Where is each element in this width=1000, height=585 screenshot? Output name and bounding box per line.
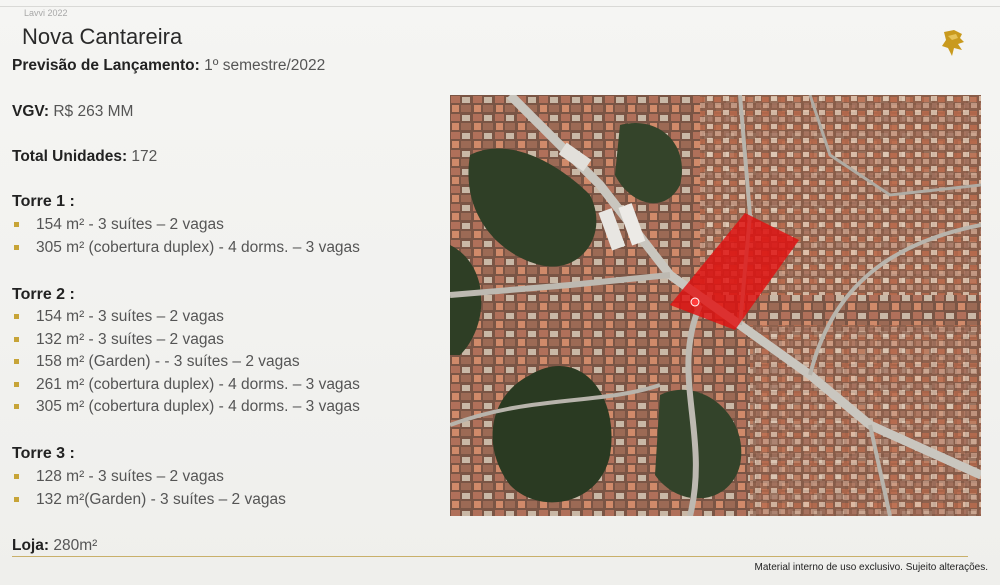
page-title: Nova Cantareira: [22, 24, 183, 49]
bullet-icon: [14, 496, 19, 502]
units-value: 172: [131, 148, 158, 165]
footer-note: Material interno de uso exclusivo. Sujei…: [754, 562, 988, 573]
bullet-icon: [14, 244, 19, 250]
map-canvas: [450, 95, 981, 516]
satellite-map: [450, 95, 981, 516]
bullet-icon: [14, 314, 19, 319]
bullet-icon: [14, 381, 19, 387]
bullet-icon: [14, 404, 19, 409]
bullet-icon: [14, 359, 19, 364]
launch-label: Previsão de Lançamento:: [12, 57, 200, 74]
tower-3-title: Torre 3 :: [12, 445, 75, 462]
units-label: Total Unidades:: [12, 148, 128, 165]
launch-value: 1º semestre/2022: [204, 57, 326, 74]
tower-3-list: 128 m² - 3 suítes – 2 vagas 132 m²(Garde…: [12, 466, 286, 511]
footer-divider: [12, 556, 968, 557]
list-item: 158 m² (Garden) - - 3 suítes – 2 vagas: [12, 351, 360, 374]
store: Loja: 280m²: [12, 537, 97, 555]
lion-logo-icon: [942, 30, 964, 56]
bullet-icon: [14, 336, 19, 342]
top-divider: [0, 6, 1000, 7]
tower-1-title: Torre 1 :: [12, 193, 75, 210]
tower-2-title: Torre 2 :: [12, 286, 75, 303]
list-item: 154 m² - 3 suítes – 2 vagas: [12, 306, 360, 329]
bullet-icon: [14, 474, 19, 479]
list-item: 132 m²(Garden) - 3 suítes – 2 vagas: [12, 489, 286, 512]
list-item: 305 m² (cobertura duplex) - 4 dorms. – 3…: [12, 396, 360, 419]
store-value: 280m²: [53, 537, 98, 554]
vgv-label: VGV:: [12, 103, 50, 120]
list-item: 128 m² - 3 suítes – 2 vagas: [12, 466, 286, 489]
slide: Lavvi 2022 Nova Cantareira Previsão de L…: [0, 0, 1000, 585]
total-units: Total Unidades: 172: [12, 148, 157, 166]
store-label: Loja:: [12, 537, 50, 554]
brand-label: Lavvi 2022: [24, 8, 68, 18]
vgv: VGV: R$ 263 MM: [12, 103, 133, 121]
vgv-value: R$ 263 MM: [53, 103, 134, 120]
list-item: 305 m² (cobertura duplex) - 4 dorms. – 3…: [12, 237, 360, 260]
launch-forecast: Previsão de Lançamento: 1º semestre/2022: [12, 57, 325, 75]
list-item: 261 m² (cobertura duplex) - 4 dorms. – 3…: [12, 374, 360, 397]
list-item: 154 m² - 3 suítes – 2 vagas: [12, 214, 360, 237]
tower-2-list: 154 m² - 3 suítes – 2 vagas 132 m² - 3 s…: [12, 306, 360, 419]
bullet-icon: [14, 222, 19, 227]
tower-1-list: 154 m² - 3 suítes – 2 vagas 305 m² (cobe…: [12, 214, 360, 259]
list-item: 132 m² - 3 suítes – 2 vagas: [12, 329, 360, 352]
